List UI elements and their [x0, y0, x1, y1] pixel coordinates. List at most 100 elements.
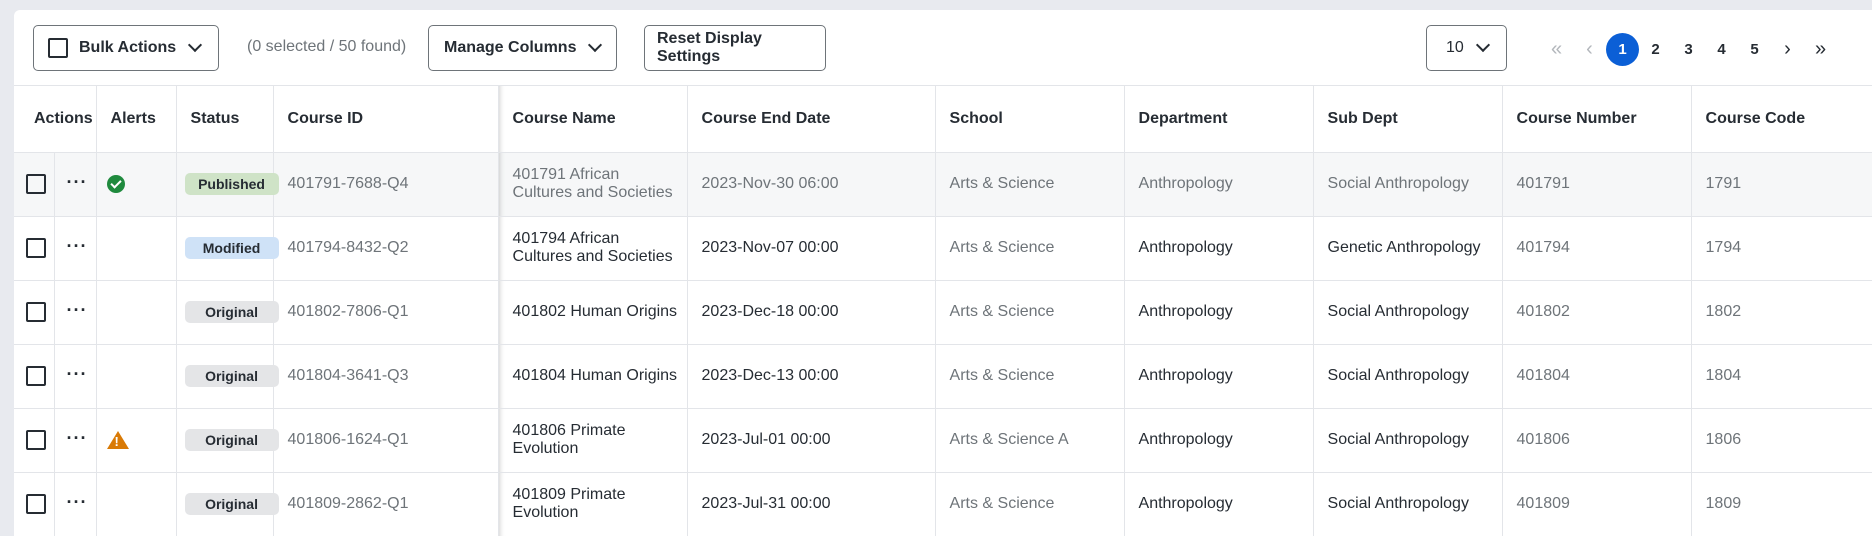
- course-number-cell: 401809: [1502, 472, 1692, 536]
- page-2-button[interactable]: 2: [1639, 33, 1672, 66]
- school-cell: Arts & Science: [935, 280, 1125, 345]
- row-checkbox[interactable]: [26, 174, 46, 194]
- table-header-row: Actions Alerts Status Course ID Course N…: [14, 86, 1872, 153]
- column-header-status[interactable]: Status: [176, 86, 274, 153]
- more-actions-icon[interactable]: ···: [67, 301, 88, 319]
- course-name-cell: 401806 Primate Evolution: [498, 408, 688, 473]
- status-badge: Original: [184, 429, 279, 451]
- course-end-date-cell: 2023-Jul-01 00:00: [687, 408, 936, 473]
- column-header-course-code[interactable]: Course Code: [1691, 86, 1872, 153]
- last-page-button[interactable]: »: [1804, 33, 1837, 66]
- school-cell: Arts & Science: [935, 216, 1125, 281]
- department-cell: Anthropology: [1124, 152, 1314, 217]
- page-4-button[interactable]: 4: [1705, 33, 1738, 66]
- course-id-cell: 401794-8432-Q2: [273, 216, 499, 281]
- row-checkbox[interactable]: [26, 494, 46, 514]
- course-id-cell: 401802-7806-Q1: [273, 280, 499, 345]
- status-badge: Original: [184, 301, 279, 323]
- sub-dept-cell: Social Anthropology: [1313, 472, 1503, 536]
- page-size-value: 10: [1446, 39, 1464, 56]
- course-id-cell: 401806-1624-Q1: [273, 408, 499, 473]
- alert-cell: [96, 472, 177, 536]
- row-checkbox[interactable]: [26, 366, 46, 386]
- table-row[interactable]: ··· Original401806-1624-Q1401806 Primate …: [14, 408, 1872, 473]
- alert-cell: [96, 280, 177, 345]
- more-actions-icon[interactable]: ···: [67, 365, 88, 383]
- table-row[interactable]: ··· Published 401791-7688-Q4 401791 African…: [14, 152, 1872, 217]
- course-code-cell: 1802: [1691, 280, 1872, 345]
- department-cell: Anthropology: [1124, 280, 1314, 345]
- page-3-button[interactable]: 3: [1672, 33, 1705, 66]
- course-code-cell: 1791: [1691, 152, 1872, 217]
- warning-icon[interactable]: [106, 430, 129, 449]
- more-actions-icon[interactable]: ···: [67, 493, 88, 511]
- table-toolbar: Bulk Actions (0 selected / 50 found) Man…: [14, 10, 1872, 86]
- bulk-actions-button[interactable]: Bulk Actions: [33, 25, 219, 71]
- course-number-cell: 401806: [1502, 408, 1692, 473]
- column-header-course-number[interactable]: Course Number: [1502, 86, 1692, 153]
- courses-table: Actions Alerts Status Course ID Course N…: [14, 86, 1872, 536]
- course-list-panel: Bulk Actions (0 selected / 50 found) Man…: [14, 10, 1872, 536]
- manage-columns-button[interactable]: Manage Columns: [428, 25, 617, 71]
- column-header-actions[interactable]: Actions: [14, 86, 97, 153]
- first-page-button[interactable]: «: [1540, 33, 1573, 66]
- chevron-down-icon: [188, 37, 203, 53]
- column-header-sub-dept[interactable]: Sub Dept: [1313, 86, 1503, 153]
- page-size-select[interactable]: 10: [1426, 25, 1507, 71]
- status-badge: Modified: [184, 237, 279, 259]
- more-actions-icon[interactable]: ···: [67, 173, 88, 191]
- course-name-cell: 401804 Human Origins: [498, 344, 688, 409]
- course-number-cell: 401802: [1502, 280, 1692, 345]
- course-end-date-cell: 2023-Dec-13 00:00: [687, 344, 936, 409]
- department-cell: Anthropology: [1124, 472, 1314, 536]
- row-checkbox[interactable]: [26, 238, 46, 258]
- course-id-cell: 401791-7688-Q4: [273, 152, 499, 217]
- reset-display-settings-label: Reset Display Settings: [657, 30, 762, 65]
- alert-cell: [96, 344, 177, 409]
- select-all-checkbox[interactable]: [48, 38, 68, 58]
- course-number-cell: 401791: [1502, 152, 1692, 217]
- table-row[interactable]: ··· Modified 401794-8432-Q2 401794 African …: [14, 216, 1872, 281]
- course-number-cell: 401804: [1502, 344, 1692, 409]
- column-header-course-id[interactable]: Course ID: [273, 86, 499, 153]
- table-row[interactable]: ··· Original 401804-3641-Q3 401804 Human Or…: [14, 344, 1872, 409]
- sub-dept-cell: Social Anthropology: [1313, 408, 1503, 473]
- previous-page-button[interactable]: ‹: [1573, 33, 1606, 66]
- more-actions-icon[interactable]: ···: [67, 429, 88, 447]
- course-end-date-cell: 2023-Nov-30 06:00: [687, 152, 936, 217]
- course-code-cell: 1794: [1691, 216, 1872, 281]
- column-header-alerts[interactable]: Alerts: [96, 86, 177, 153]
- sub-dept-cell: Social Anthropology: [1313, 344, 1503, 409]
- row-checkbox[interactable]: [26, 302, 46, 322]
- more-actions-icon[interactable]: ···: [67, 237, 88, 255]
- school-cell: Arts & Science A: [935, 408, 1125, 473]
- course-id-cell: 401804-3641-Q3: [273, 344, 499, 409]
- chevron-down-icon: [1475, 37, 1490, 53]
- manage-columns-label: Manage Columns: [444, 39, 577, 56]
- row-checkbox[interactable]: [26, 430, 46, 450]
- status-badge: Published: [184, 173, 279, 195]
- status-badge: Original: [184, 493, 279, 515]
- course-code-cell: 1809: [1691, 472, 1872, 536]
- table-row[interactable]: ··· Original 401809-2862-Q1 401809 Primate …: [14, 472, 1872, 536]
- table-row[interactable]: ··· Original 401802-7806-Q1 401802 Human Or…: [14, 280, 1872, 345]
- column-header-course-name[interactable]: Course Name: [498, 86, 688, 153]
- status-badge: Original: [184, 365, 279, 387]
- school-cell: Arts & Science: [935, 344, 1125, 409]
- course-name-cell: 401802 Human Origins: [498, 280, 688, 345]
- reset-display-settings-button[interactable]: Reset Display Settings: [644, 25, 826, 71]
- next-page-button[interactable]: ›: [1771, 33, 1804, 66]
- column-header-school[interactable]: School: [935, 86, 1125, 153]
- page-5-button[interactable]: 5: [1738, 33, 1771, 66]
- course-end-date-cell: 2023-Jul-31 00:00: [687, 472, 936, 536]
- page-1-button[interactable]: 1: [1606, 32, 1639, 66]
- course-name-cell: 401791 African Cultures and Societies: [498, 152, 688, 217]
- department-cell: Anthropology: [1124, 344, 1314, 409]
- course-name-cell: 401794 African Cultures and Societies: [498, 216, 688, 281]
- school-cell: Arts & Science: [935, 472, 1125, 536]
- column-header-course-end-date[interactable]: Course End Date: [687, 86, 936, 153]
- alert-cell: [96, 216, 177, 281]
- sub-dept-cell: Social Anthropology: [1313, 152, 1503, 217]
- course-end-date-cell: 2023-Nov-07 00:00: [687, 216, 936, 281]
- column-header-department[interactable]: Department: [1124, 86, 1314, 153]
